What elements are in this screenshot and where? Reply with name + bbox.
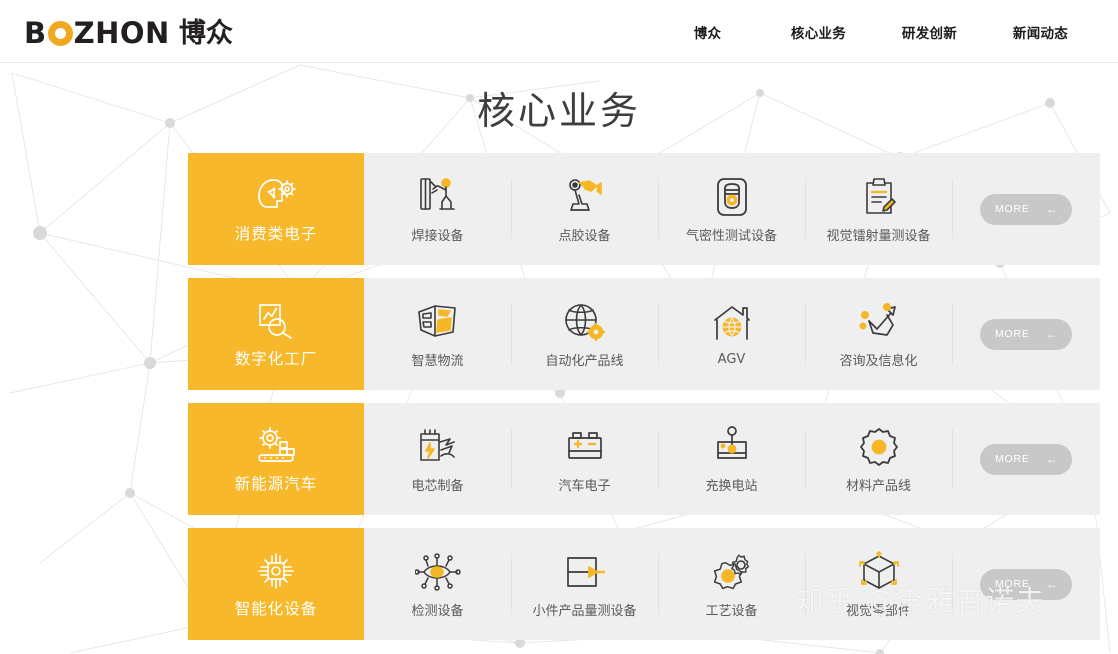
category-header-digital-factory[interactable]: 数字化工厂 <box>188 278 364 390</box>
car-battery-icon <box>563 424 607 470</box>
category-label: 数字化工厂 <box>234 350 318 368</box>
arrow-network-icon <box>857 299 901 345</box>
list-item[interactable]: 视觉镭射量测设备 <box>805 153 952 265</box>
list-item[interactable]: 视觉零部件 <box>805 528 952 640</box>
more-button[interactable]: MORE ← <box>980 318 1072 350</box>
list-item-label: 咨询及信息化 <box>839 354 918 369</box>
more-cell: MORE ← <box>952 403 1100 515</box>
list-item-label: 充换电站 <box>705 479 758 494</box>
robot-arm-dispenser-icon <box>563 174 607 220</box>
list-item-label: 检测设备 <box>411 604 464 619</box>
list-item-label: 工艺设备 <box>705 604 758 619</box>
list-item-label: 视觉镭射量测设备 <box>826 229 931 244</box>
logo-o-ring-icon <box>47 20 73 46</box>
more-button-label: MORE <box>995 203 1030 215</box>
more-button-label: MORE <box>995 578 1030 590</box>
list-item[interactable]: AGV <box>658 278 805 390</box>
category-items: 检测设备 小件产品量测设备 工艺设备 视觉零部件 <box>364 528 952 640</box>
list-item-label: AGV <box>717 352 746 367</box>
table-row: 新能源汽车 电芯制备 汽车电子 充换电站 材料产品线 MORE ← <box>188 403 1100 515</box>
list-item-label: 汽车电子 <box>558 479 611 494</box>
list-item-label: 视觉零部件 <box>845 604 911 619</box>
table-row: 数字化工厂 智慧物流 自动化产品线 AGV 咨询及信息化 MORE ← <box>188 278 1100 390</box>
list-item[interactable]: 电芯制备 <box>364 403 511 515</box>
list-item[interactable]: 点胶设备 <box>511 153 658 265</box>
more-cell: MORE ← <box>952 278 1100 390</box>
arrow-icon: ← <box>1046 577 1058 591</box>
category-items: 焊接设备 点胶设备 气密性测试设备 视觉镭射量测设备 <box>364 153 952 265</box>
arrow-icon: ← <box>1046 452 1058 466</box>
list-item-label: 材料产品线 <box>845 479 911 494</box>
category-label: 新能源汽车 <box>234 475 318 493</box>
globe-gear-icon <box>563 299 607 345</box>
clipboard-pencil-icon <box>859 174 899 220</box>
nav-core-business[interactable]: 核心业务 <box>763 22 874 42</box>
more-button[interactable]: MORE ← <box>980 443 1072 475</box>
gear-conveyor-icon <box>254 424 298 468</box>
more-cell: MORE ← <box>952 528 1100 640</box>
list-item[interactable]: 焊接设备 <box>364 153 511 265</box>
list-item[interactable]: 材料产品线 <box>805 403 952 515</box>
list-item[interactable]: 工艺设备 <box>658 528 805 640</box>
list-item-label: 智慧物流 <box>411 354 464 369</box>
more-button-label: MORE <box>995 328 1030 340</box>
category-header-consumer-electronics[interactable]: 消费类电子 <box>188 153 364 265</box>
list-item-label: 电芯制备 <box>411 479 464 494</box>
business-category-list: 消费类电子 焊接设备 点胶设备 气密性测试设备 视觉镭射量测设备 MORE ← … <box>188 153 1100 653</box>
logo-letter-b: B <box>24 15 47 50</box>
more-button[interactable]: MORE ← <box>980 193 1072 225</box>
list-item-label: 焊接设备 <box>411 229 464 244</box>
double-gear-icon <box>710 549 754 595</box>
site-header: B ZHON 博众 博众 核心业务 研发创新 新闻动态 <box>0 0 1118 63</box>
list-item[interactable]: 咨询及信息化 <box>805 278 952 390</box>
brand-logo[interactable]: B ZHON 博众 <box>24 16 233 50</box>
category-label: 消费类电子 <box>234 225 318 243</box>
category-header-new-energy-vehicle[interactable]: 新能源汽车 <box>188 403 364 515</box>
logo-latin-text: B ZHON <box>24 15 170 50</box>
welding-worker-icon <box>418 174 458 220</box>
list-item[interactable]: 充换电站 <box>658 403 805 515</box>
charging-station-icon <box>712 424 752 470</box>
arrow-icon: ← <box>1046 327 1058 341</box>
list-item[interactable]: 汽车电子 <box>511 403 658 515</box>
page-title: 核心业务 <box>476 89 641 133</box>
category-items: 智慧物流 自动化产品线 AGV 咨询及信息化 <box>364 278 952 390</box>
table-row: 智能化设备 检测设备 小件产品量测设备 工艺设备 视觉零部件 MORE ← <box>188 528 1100 640</box>
cube-3d-icon <box>856 549 902 595</box>
chart-magnifier-icon <box>255 299 297 343</box>
list-item[interactable]: 自动化产品线 <box>511 278 658 390</box>
main-navigation: 博众 核心业务 研发创新 新闻动态 <box>652 0 1096 63</box>
more-button-label: MORE <box>995 453 1030 465</box>
table-row: 消费类电子 焊接设备 点胶设备 气密性测试设备 视觉镭射量测设备 MORE ← <box>188 153 1100 265</box>
box-arrow-icon <box>563 549 607 595</box>
gear-solid-icon <box>858 424 900 470</box>
chip-circuit-icon <box>255 549 297 593</box>
arrow-icon: ← <box>1046 202 1058 216</box>
category-items: 电芯制备 汽车电子 充换电站 材料产品线 <box>364 403 952 515</box>
airtightness-tester-icon <box>712 174 752 220</box>
category-header-intelligent-equipment[interactable]: 智能化设备 <box>188 528 364 640</box>
core-business-section: 核心业务 消费类电子 焊接设备 点胶设备 气密性测试设备 视觉镭射量测设备 MO… <box>0 63 1118 654</box>
list-item[interactable]: 气密性测试设备 <box>658 153 805 265</box>
warehouse-globe-icon <box>711 301 753 347</box>
head-gear-icon <box>255 174 297 218</box>
list-item-label: 小件产品量测设备 <box>532 604 637 619</box>
list-item-label: 自动化产品线 <box>545 354 624 369</box>
smart-eye-icon <box>414 549 461 595</box>
list-item[interactable]: 智慧物流 <box>364 278 511 390</box>
more-button[interactable]: MORE ← <box>980 568 1072 600</box>
map-logistics-icon <box>415 299 461 345</box>
nav-rnd-innovation[interactable]: 研发创新 <box>874 22 985 42</box>
battery-cell-icon <box>416 424 460 470</box>
logo-letters-zhon: ZHON <box>73 15 170 50</box>
list-item[interactable]: 小件产品量测设备 <box>511 528 658 640</box>
list-item-label: 气密性测试设备 <box>685 229 777 244</box>
nav-news[interactable]: 新闻动态 <box>985 22 1096 42</box>
category-label: 智能化设备 <box>234 600 318 618</box>
nav-bozhon[interactable]: 博众 <box>652 22 763 42</box>
more-cell: MORE ← <box>952 153 1100 265</box>
list-item-label: 点胶设备 <box>558 229 611 244</box>
logo-chinese-text: 博众 <box>178 17 233 49</box>
list-item[interactable]: 检测设备 <box>364 528 511 640</box>
